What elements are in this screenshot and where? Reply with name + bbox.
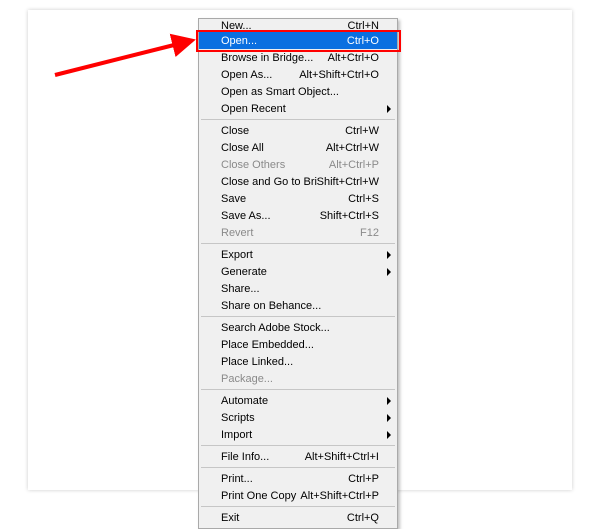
menu-item-shortcut: Alt+Shift+Ctrl+O <box>299 69 379 81</box>
menu-item-exit[interactable]: ExitCtrl+Q <box>199 509 397 526</box>
menu-item-label: Browse in Bridge... <box>221 52 328 64</box>
menu-item-label: Package... <box>221 373 379 385</box>
menu-item-browse-in-bridge[interactable]: Browse in Bridge...Alt+Ctrl+O <box>199 49 397 66</box>
menu-item-close[interactable]: CloseCtrl+W <box>199 122 397 139</box>
menu-item-shortcut: Ctrl+O <box>347 35 379 47</box>
menu-item-shortcut: Alt+Ctrl+O <box>328 52 379 64</box>
menu-item-package: Package... <box>199 370 397 387</box>
menu-item-label: Automate <box>221 395 379 407</box>
menu-item-open-recent[interactable]: Open Recent <box>199 100 397 117</box>
submenu-arrow-icon <box>387 105 391 113</box>
menu-item-label: Exit <box>221 512 347 524</box>
menu-item-open-as-smart-object[interactable]: Open as Smart Object... <box>199 83 397 100</box>
menu-item-scripts[interactable]: Scripts <box>199 409 397 426</box>
menu-item-label: Place Embedded... <box>221 339 379 351</box>
submenu-arrow-icon <box>387 251 391 259</box>
menu-item-label: Generate <box>221 266 379 278</box>
menu-item-label: Open Recent <box>221 103 379 115</box>
menu-item-label: Save <box>221 193 348 205</box>
menu-item-label: Open as Smart Object... <box>221 86 379 98</box>
menu-item-shortcut: Ctrl+N <box>348 21 379 32</box>
menu-separator <box>201 119 395 120</box>
menu-item-label: Share on Behance... <box>221 300 379 312</box>
menu-item-label: Open As... <box>221 69 299 81</box>
menu-item-generate[interactable]: Generate <box>199 263 397 280</box>
menu-item-label: Scripts <box>221 412 379 424</box>
menu-item-label: Search Adobe Stock... <box>221 322 379 334</box>
menu-item-search-adobe-stock[interactable]: Search Adobe Stock... <box>199 319 397 336</box>
menu-item-label: Close All <box>221 142 326 154</box>
menu-item-shortcut: Ctrl+S <box>348 193 379 205</box>
menu-item-label: Share... <box>221 283 379 295</box>
menu-item-label: Close and Go to Bridge... <box>221 176 317 188</box>
file-menu: New...Ctrl+NOpen...Ctrl+OBrowse in Bridg… <box>198 18 398 529</box>
menu-item-label: Place Linked... <box>221 356 379 368</box>
menu-item-label: Open... <box>221 35 347 47</box>
menu-item-export[interactable]: Export <box>199 246 397 263</box>
menu-item-shortcut: Shift+Ctrl+W <box>317 176 379 188</box>
menu-item-close-and-go-to-bridge[interactable]: Close and Go to Bridge...Shift+Ctrl+W <box>199 173 397 190</box>
menu-item-label: Close <box>221 125 345 137</box>
menu-item-shortcut: Ctrl+P <box>348 473 379 485</box>
menu-item-save[interactable]: SaveCtrl+S <box>199 190 397 207</box>
menu-item-label: Save As... <box>221 210 320 222</box>
menu-item-label: Print... <box>221 473 348 485</box>
menu-item-label: Revert <box>221 227 360 239</box>
submenu-arrow-icon <box>387 268 391 276</box>
menu-item-file-info[interactable]: File Info...Alt+Shift+Ctrl+I <box>199 448 397 465</box>
menu-item-place-linked[interactable]: Place Linked... <box>199 353 397 370</box>
menu-item-shortcut: Alt+Ctrl+W <box>326 142 379 154</box>
menu-item-label: Import <box>221 429 379 441</box>
menu-item-shortcut: Ctrl+W <box>345 125 379 137</box>
menu-separator <box>201 506 395 507</box>
menu-item-open-as[interactable]: Open As...Alt+Shift+Ctrl+O <box>199 66 397 83</box>
menu-item-close-others: Close OthersAlt+Ctrl+P <box>199 156 397 173</box>
menu-separator <box>201 467 395 468</box>
menu-item-print-one-copy[interactable]: Print One CopyAlt+Shift+Ctrl+P <box>199 487 397 504</box>
menu-separator <box>201 316 395 317</box>
menu-item-shortcut: Shift+Ctrl+S <box>320 210 379 222</box>
menu-item-new[interactable]: New...Ctrl+N <box>199 21 397 32</box>
menu-item-shortcut: F12 <box>360 227 379 239</box>
menu-item-save-as[interactable]: Save As...Shift+Ctrl+S <box>199 207 397 224</box>
menu-item-open[interactable]: Open...Ctrl+O <box>199 32 397 49</box>
menu-item-label: New... <box>221 21 348 32</box>
menu-item-label: Close Others <box>221 159 329 171</box>
menu-item-label: Export <box>221 249 379 261</box>
menu-item-print[interactable]: Print...Ctrl+P <box>199 470 397 487</box>
menu-separator <box>201 445 395 446</box>
menu-item-revert: RevertF12 <box>199 224 397 241</box>
menu-item-share-on-behance[interactable]: Share on Behance... <box>199 297 397 314</box>
menu-item-shortcut: Ctrl+Q <box>347 512 379 524</box>
menu-item-place-embedded[interactable]: Place Embedded... <box>199 336 397 353</box>
submenu-arrow-icon <box>387 431 391 439</box>
submenu-arrow-icon <box>387 414 391 422</box>
menu-item-import[interactable]: Import <box>199 426 397 443</box>
menu-item-share[interactable]: Share... <box>199 280 397 297</box>
menu-item-automate[interactable]: Automate <box>199 392 397 409</box>
menu-item-shortcut: Alt+Shift+Ctrl+P <box>300 490 379 502</box>
menu-item-shortcut: Alt+Ctrl+P <box>329 159 379 171</box>
submenu-arrow-icon <box>387 397 391 405</box>
menu-item-close-all[interactable]: Close AllAlt+Ctrl+W <box>199 139 397 156</box>
menu-item-label: File Info... <box>221 451 305 463</box>
menu-item-label: Print One Copy <box>221 490 300 502</box>
menu-separator <box>201 243 395 244</box>
menu-item-shortcut: Alt+Shift+Ctrl+I <box>305 451 379 463</box>
menu-separator <box>201 389 395 390</box>
